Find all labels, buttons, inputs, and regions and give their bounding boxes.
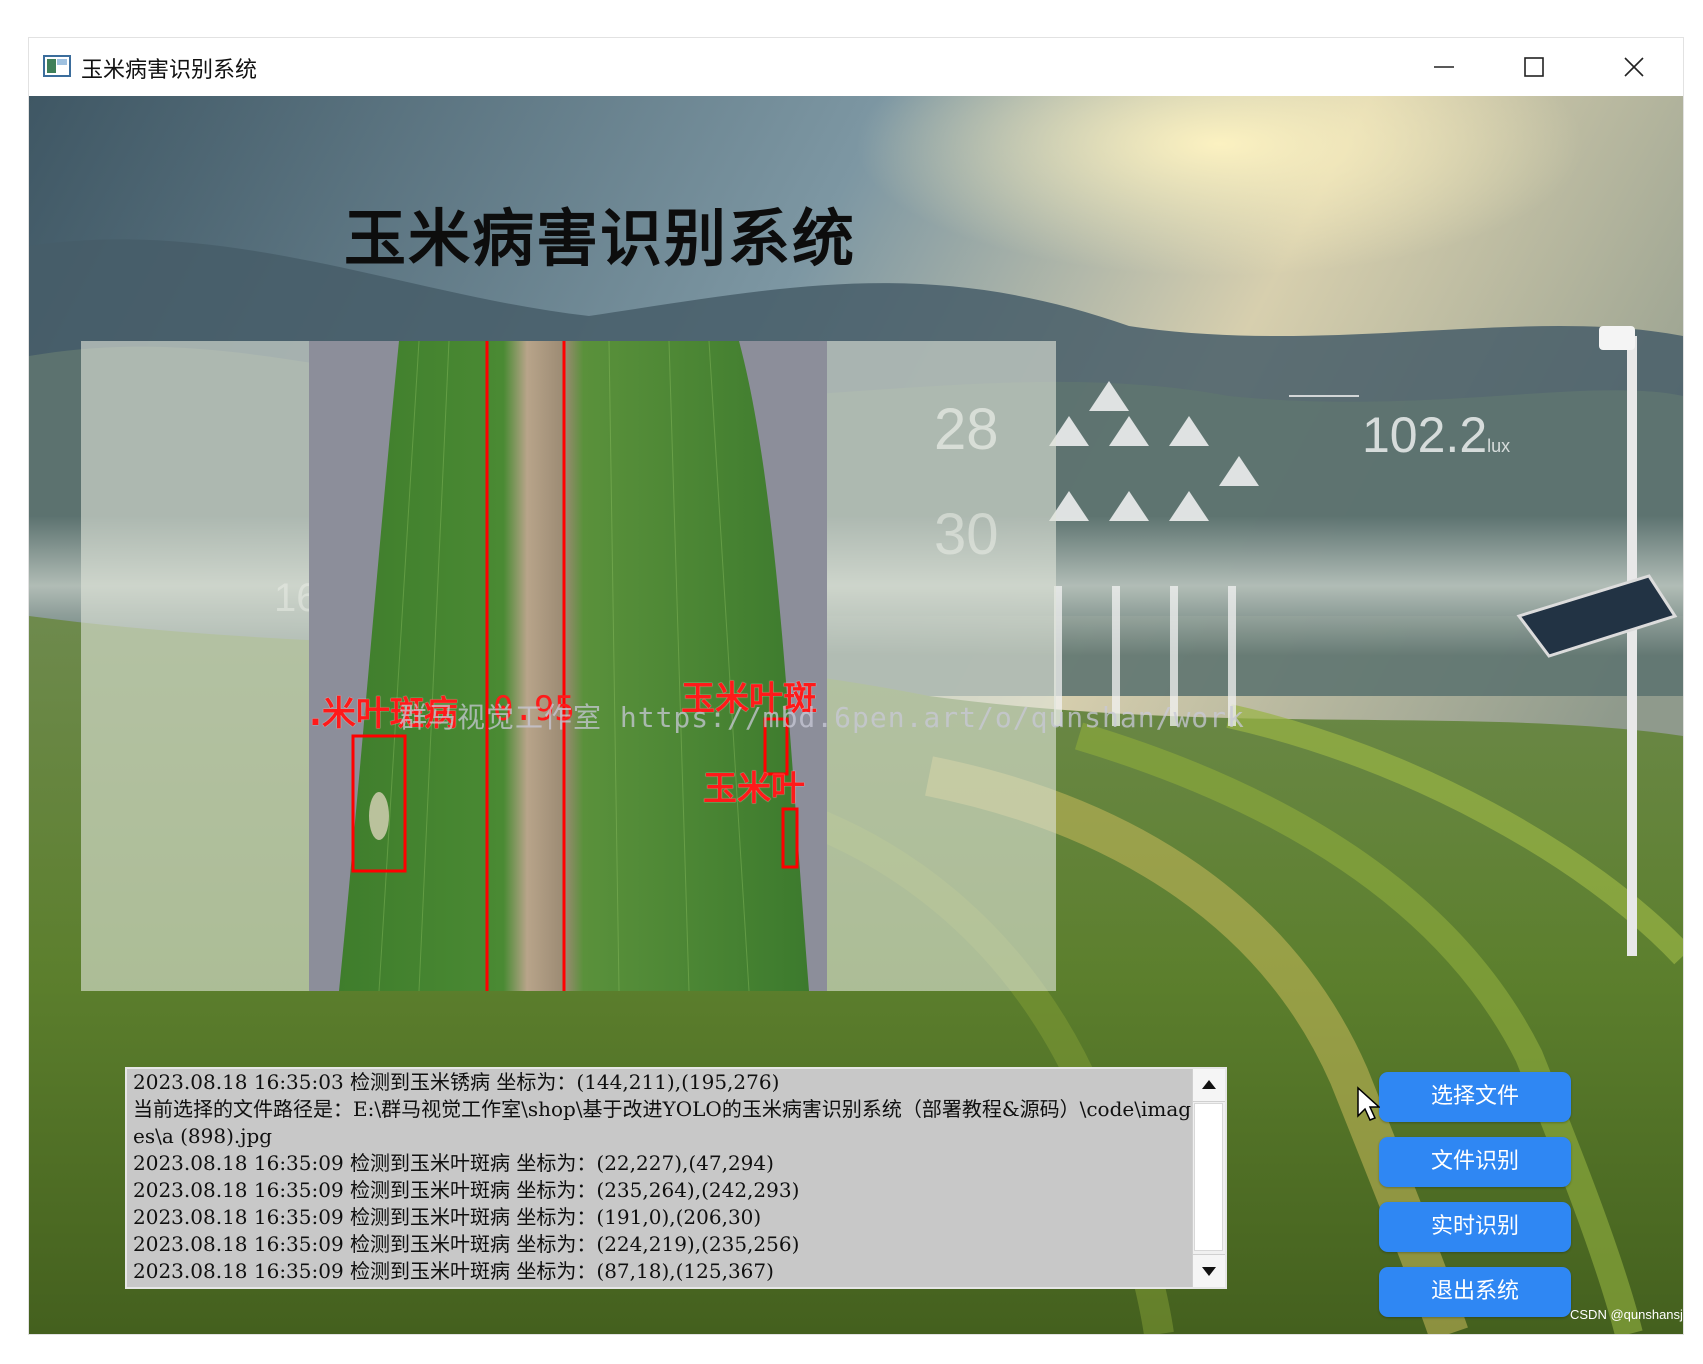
log-line: 2023.08.18 16:35:09 检测到玉米叶斑病 坐标为：(224,21… (133, 1232, 800, 1256)
mouse-cursor-icon (1357, 1086, 1380, 1121)
select-file-button[interactable]: 选择文件 (1379, 1072, 1571, 1122)
detection-label: 玉米叶 (703, 769, 805, 809)
exit-system-button[interactable]: 退出系统 (1379, 1267, 1571, 1317)
light-unit: lux (1487, 436, 1511, 456)
scroll-thumb[interactable] (1194, 1103, 1223, 1251)
log-text-area[interactable]: 2023.08.18 16:35:03 检测到玉米锈病 坐标为：(144,211… (133, 1069, 1193, 1287)
minimize-button[interactable] (1399, 38, 1489, 96)
log-line: 2023.08.18 16:35:09 检测到玉米叶斑病 坐标为：(191,0)… (133, 1205, 762, 1229)
light-value: 102.2 (1362, 407, 1488, 463)
realtime-detect-button[interactable]: 实时识别 (1379, 1202, 1571, 1252)
image-display-panel: .米叶斑病 0.95 玉米叶斑 玉米叶 (81, 341, 1056, 991)
scroll-up-button[interactable] (1193, 1069, 1225, 1102)
file-detect-button[interactable]: 文件识别 (1379, 1137, 1571, 1187)
maximize-button[interactable] (1489, 38, 1579, 96)
log-line: 2023.08.18 16:35:09 检测到玉米叶斑病 坐标为：(235,26… (133, 1178, 800, 1202)
log-output[interactable]: 2023.08.18 16:35:03 检测到玉米锈病 坐标为：(144,211… (125, 1067, 1227, 1289)
scroll-down-button[interactable] (1193, 1254, 1225, 1287)
log-line: 2023.08.18 16:35:03 检测到玉米锈病 坐标为：(144,211… (133, 1070, 780, 1094)
maximize-icon (1524, 57, 1544, 77)
title-bar[interactable]: 玉米病害识别系统 (29, 38, 1683, 96)
leaf-image (309, 341, 827, 991)
credit-text: CSDN @qunshansj (1570, 1307, 1683, 1322)
main-area: 28 30 102.2lux 16 玉米病害识别系统 (29, 96, 1683, 1334)
app-icon (43, 55, 71, 77)
log-scrollbar[interactable] (1192, 1069, 1225, 1287)
window-title: 玉米病害识别系统 (81, 58, 258, 83)
app-title: 玉米病害识别系统 (344, 202, 857, 275)
light-readout: 102.2lux (1362, 406, 1510, 464)
log-line: 2023.08.18 16:35:09 检测到玉米叶斑病 坐标为：(87,18)… (133, 1259, 774, 1283)
watermark-text: 群马视觉工作室 https://mbd.6pen.art/o/qunshan/w… (399, 701, 1245, 734)
arrow-up-icon (1202, 1080, 1216, 1089)
close-button[interactable] (1589, 38, 1679, 96)
log-line: 当前选择的文件路径是：E:\群马视觉工作室\shop\基于改进YOLO的玉米病害… (133, 1097, 1192, 1148)
arrow-down-icon (1202, 1267, 1216, 1276)
app-window: 玉米病害识别系统 102.2lux 玉米病害识别系统 .米叶斑病 0.95 玉米… (28, 37, 1684, 1335)
log-line: 2023.08.18 16:35:09 检测到玉米叶斑病 坐标为：(22,227… (133, 1151, 774, 1175)
close-icon (1624, 57, 1644, 77)
minimize-icon (1434, 66, 1454, 68)
